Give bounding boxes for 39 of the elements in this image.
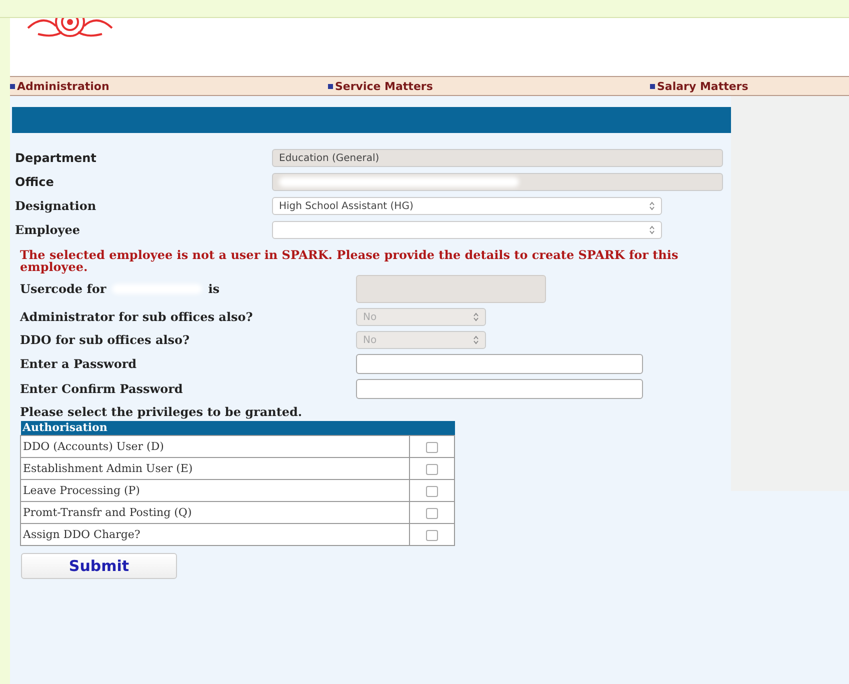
readonly-field: Education (General) xyxy=(272,149,723,167)
checkbox[interactable] xyxy=(426,464,438,475)
field-label: Usercode for xyxy=(20,283,106,295)
spinner-icon xyxy=(649,225,655,235)
field-label: Employee xyxy=(15,223,82,237)
menu-link[interactable]: Service Matters xyxy=(335,80,433,92)
password-field[interactable] xyxy=(356,379,643,399)
field-label: Office xyxy=(15,175,55,189)
field-label: Enter a Password xyxy=(20,358,137,370)
bullet-icon xyxy=(10,84,15,88)
spinner-icon xyxy=(649,201,655,211)
table-cell: DDO (Accounts) User (D) xyxy=(20,436,410,458)
bullet-icon xyxy=(328,84,333,88)
spinner-icon xyxy=(473,335,479,345)
checkbox[interactable] xyxy=(426,508,438,519)
field-label: DDO for sub offices also? xyxy=(20,334,191,346)
table-header: Authorisation xyxy=(20,421,410,436)
privileges-prompt: Please select the privileges to be granted. xyxy=(20,405,304,419)
menu-link[interactable]: Salary Matters xyxy=(657,80,748,92)
table-cell: Assign DDO Charge? xyxy=(20,524,410,546)
field-label: Enter Confirm Password xyxy=(20,383,183,395)
checkbox[interactable] xyxy=(426,530,438,541)
field-label: Administrator for sub offices also? xyxy=(20,311,254,323)
password-field[interactable] xyxy=(356,354,643,374)
field-label: Department xyxy=(15,151,98,165)
checkbox[interactable] xyxy=(426,442,438,453)
checkbox[interactable] xyxy=(426,486,438,497)
table-cell: Promt-Transfr and Posting (Q) xyxy=(20,502,410,524)
menu-link[interactable]: Administration xyxy=(17,80,110,92)
bullet-icon xyxy=(650,84,655,88)
table-cell: Leave Processing (P) xyxy=(20,480,410,502)
field-label: is xyxy=(208,283,220,295)
select-field[interactable]: High School Assistant (HG) xyxy=(272,197,662,215)
spinner-icon xyxy=(473,312,479,322)
field-label: Designation xyxy=(15,199,98,213)
error-message: The selected employee is not a user in SPARK. Please provide the details to create SPARK for this employee. xyxy=(20,249,680,273)
table-cell: Establishment Admin User (E) xyxy=(20,458,410,480)
select-field[interactable] xyxy=(272,221,662,239)
submit-button[interactable]: Submit xyxy=(21,553,177,579)
